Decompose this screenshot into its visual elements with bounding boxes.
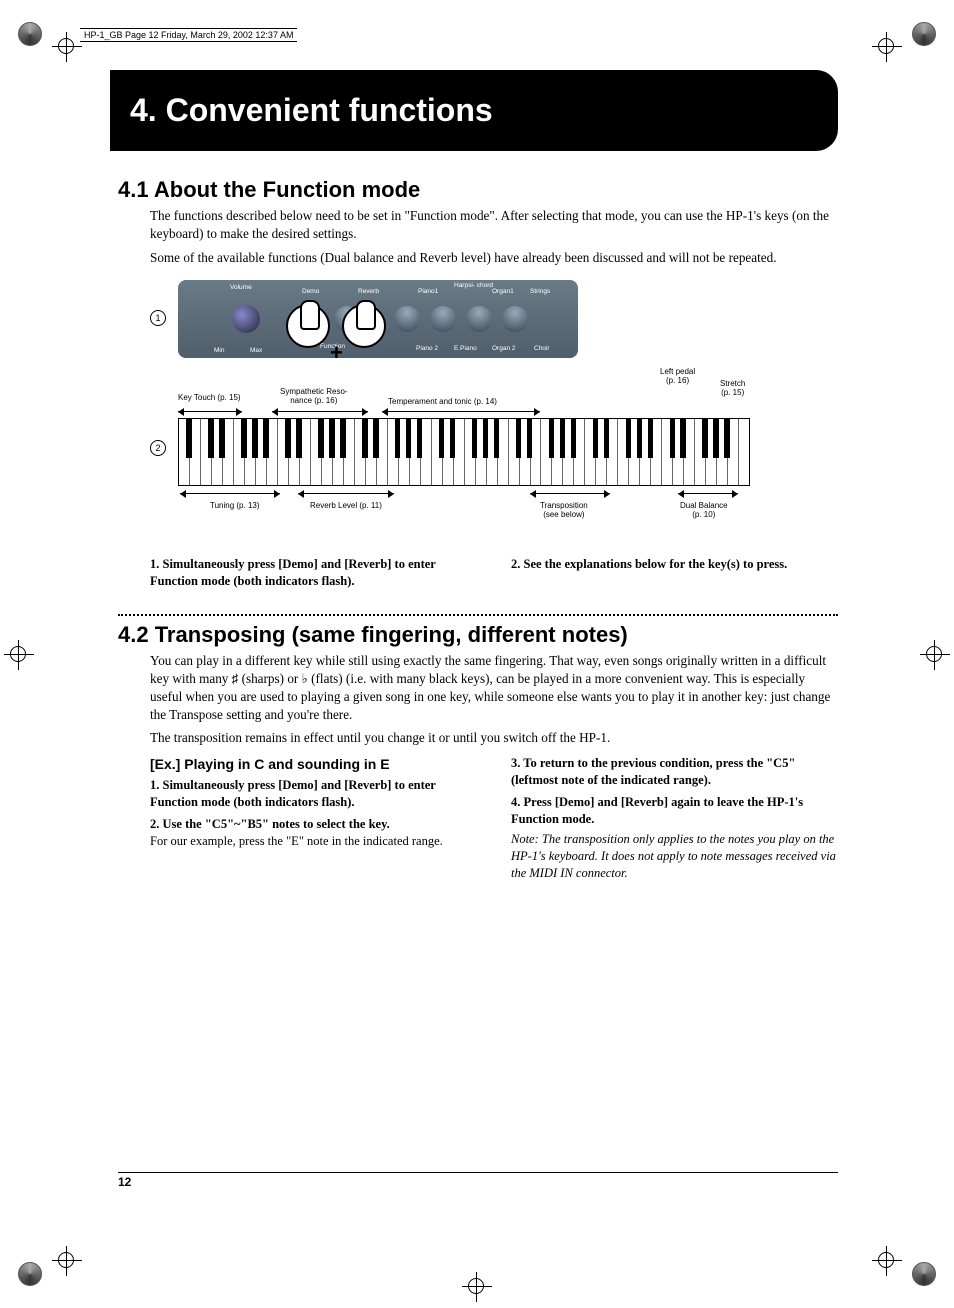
- label-harpsichord: Harpsi- chord: [454, 282, 493, 289]
- chapter-title: 4. Convenient functions: [110, 70, 838, 151]
- color-bar-icon: [912, 22, 936, 46]
- example-heading: [Ex.] Playing in C and sounding in E: [150, 755, 477, 774]
- dotted-divider: [118, 614, 838, 616]
- ex-step-4: 4. Press [Demo] and [Reverb] again to le…: [511, 795, 803, 826]
- kbd-label-dual-balance: Dual Balance (p. 10): [680, 502, 728, 520]
- plus-icon: +: [330, 340, 343, 366]
- kbd-label-sympathetic: Sympathetic Reso- nance (p. 16): [280, 388, 348, 406]
- page-content: 4. Convenient functions 4.1 About the Fu…: [118, 70, 838, 881]
- sound-button-icon: [466, 306, 492, 332]
- label-reverb: Reverb: [358, 288, 379, 295]
- callout-2: 2: [150, 440, 166, 456]
- registration-mark: [52, 32, 82, 62]
- color-bar-icon: [18, 22, 42, 46]
- sound-button-icon: [394, 306, 420, 332]
- kbd-label-reverb-level: Reverb Level (p. 11): [310, 502, 382, 511]
- body-paragraph: Some of the available functions (Dual ba…: [150, 249, 838, 267]
- ex-step-1: 1. Simultaneously press [Demo] and [Reve…: [150, 778, 436, 809]
- range-arrow: [178, 408, 242, 416]
- ex-step-2a: 2. Use the "C5"~"B5" notes to select the…: [150, 817, 390, 831]
- kbd-label-stretch: Stretch (p. 15): [720, 380, 745, 398]
- label-choir: Choir: [534, 345, 550, 352]
- volume-knob-icon: [232, 305, 260, 333]
- color-bar-icon: [912, 1262, 936, 1286]
- label-piano2: Piano 2: [416, 345, 438, 352]
- registration-mark: [462, 1272, 492, 1302]
- color-bar-icon: [18, 1262, 42, 1286]
- step-1: 1. Simultaneously press [Demo] and [Reve…: [150, 557, 436, 588]
- step-columns: 1. Simultaneously press [Demo] and [Reve…: [150, 556, 838, 590]
- kbd-label-keytouch: Key Touch (p. 15): [178, 394, 241, 403]
- body-paragraph: The functions described below need to be…: [150, 207, 838, 243]
- label-piano1: Piano1: [418, 288, 438, 295]
- range-arrow: [530, 490, 610, 498]
- kbd-label-transposition: Transposition (see below): [540, 502, 588, 520]
- kbd-label-tuning: Tuning (p. 13): [210, 502, 260, 511]
- label-demo: Demo: [302, 288, 319, 295]
- range-arrow: [272, 408, 368, 416]
- section-4-1-heading: 4.1 About the Function mode: [118, 177, 838, 203]
- function-mode-diagram: 1 2 Volume Min Max Demo Reverb Function …: [150, 280, 838, 542]
- registration-mark: [4, 640, 34, 670]
- registration-mark: [920, 640, 950, 670]
- sound-button-icon: [502, 306, 528, 332]
- sound-button-icon: [430, 306, 456, 332]
- callout-1: 1: [150, 310, 166, 326]
- range-arrow: [298, 490, 394, 498]
- kbd-label-leftpedal: Left pedal (p. 16): [660, 368, 695, 386]
- label-strings: Strings: [530, 288, 550, 295]
- ex-step-2b: For our example, press the "E" note in t…: [150, 833, 477, 850]
- step-2: 2. See the explanations below for the ke…: [511, 557, 787, 571]
- body-paragraph: The transposition remains in effect unti…: [150, 729, 838, 747]
- label-organ2: Organ 2: [492, 345, 516, 352]
- label-volume: Volume: [230, 284, 252, 291]
- note-text: Note: The transposition only applies to …: [511, 831, 838, 882]
- label-epiano: E.Piano: [454, 345, 477, 352]
- label-min: Min: [214, 347, 224, 354]
- kbd-label-temperament: Temperament and tonic (p. 14): [388, 398, 497, 407]
- registration-mark: [872, 1246, 902, 1276]
- label-max: Max: [250, 347, 262, 354]
- section-4-2-heading: 4.2 Transposing (same fingering, differe…: [118, 622, 838, 648]
- page-number: 12: [118, 1172, 838, 1189]
- range-arrow: [180, 490, 280, 498]
- ex-step-3: 3. To return to the previous condition, …: [511, 756, 795, 787]
- registration-mark: [872, 32, 902, 62]
- example-columns: [Ex.] Playing in C and sounding in E 1. …: [150, 755, 838, 881]
- keyboard-diagram: /* keys generated below */: [178, 418, 750, 486]
- registration-mark: [52, 1246, 82, 1276]
- framemaker-header: HP-1_GB Page 12 Friday, March 29, 2002 1…: [80, 28, 297, 42]
- range-arrow: [382, 408, 540, 416]
- body-paragraph: You can play in a different key while st…: [150, 652, 838, 723]
- label-organ1: Organ1: [492, 288, 514, 295]
- range-arrow: [678, 490, 738, 498]
